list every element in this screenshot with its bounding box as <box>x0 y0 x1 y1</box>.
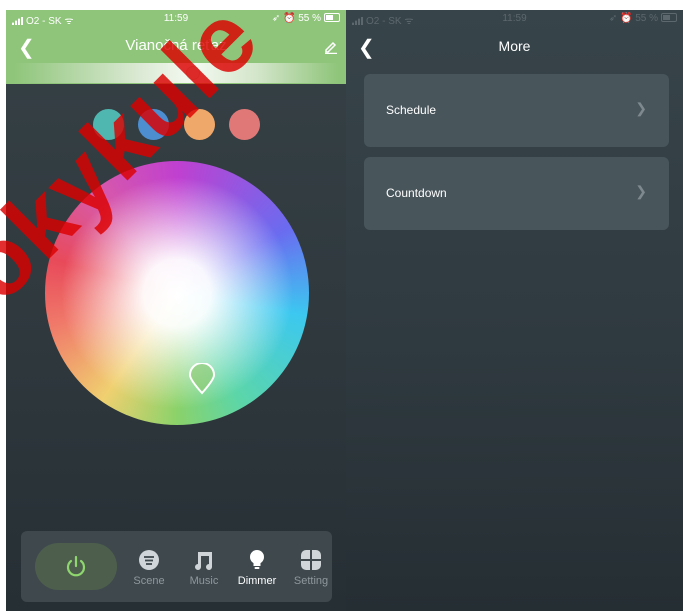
signal-icon <box>12 17 24 25</box>
preset-color-3[interactable] <box>184 109 215 140</box>
page-title: More <box>498 38 531 54</box>
preset-color-2[interactable] <box>138 109 169 140</box>
preset-color-4[interactable] <box>229 109 260 140</box>
chevron-right-icon: ❯ <box>635 100 647 116</box>
status-time: 11:59 <box>502 13 527 24</box>
bulb-icon <box>250 550 264 569</box>
signal-icon <box>352 17 364 25</box>
tab-label: Music <box>189 575 219 587</box>
tab-label: Scene <box>133 575 165 587</box>
brightness-slider[interactable] <box>14 63 338 83</box>
power-button[interactable] <box>35 543 117 590</box>
bottom-tab-bar: Scene Music Dimmer Setting <box>21 531 332 602</box>
battery-status: ➶ ⏰ 55 % <box>609 13 677 24</box>
chevron-right-icon: ❯ <box>635 183 647 199</box>
more-screen: O2 - SK ᯤ 11:59 ➶ ⏰ 55 % ❮ More Schedule… <box>346 10 683 611</box>
tab-dimmer[interactable]: Dimmer <box>232 549 282 587</box>
battery-status: ➶ ⏰ 55 % <box>272 13 340 24</box>
carrier-label: O2 - SK ᯤ <box>12 13 74 27</box>
countdown-row[interactable]: Countdown ❯ <box>364 157 669 230</box>
tab-scene[interactable]: Scene <box>124 549 174 587</box>
dimmer-screen: O2 - SK ᯤ 11:59 ➶ ⏰ 55 % ❮ Vianočná reťa… <box>6 10 346 611</box>
color-wheel[interactable] <box>45 161 309 425</box>
preset-color-1[interactable] <box>93 109 124 140</box>
edit-icon[interactable] <box>324 40 338 54</box>
tab-label: Setting <box>293 575 329 587</box>
grid-icon <box>301 550 321 570</box>
schedule-label: Schedule <box>386 103 437 117</box>
color-picker-marker[interactable] <box>189 363 215 395</box>
device-title: Vianočná reťaz <box>125 37 227 54</box>
countdown-label: Countdown <box>386 186 447 200</box>
battery-icon <box>324 13 340 22</box>
music-icon <box>195 552 212 570</box>
schedule-row[interactable]: Schedule ❯ <box>364 74 669 147</box>
carrier-label: O2 - SK ᯤ <box>352 13 414 27</box>
scene-icon <box>139 550 159 570</box>
battery-icon <box>661 13 677 22</box>
tab-label: Dimmer <box>237 575 277 587</box>
power-icon <box>66 555 86 577</box>
status-bar: O2 - SK ᯤ 11:59 ➶ ⏰ 55 % <box>6 10 346 28</box>
tab-setting[interactable]: Setting <box>286 549 336 587</box>
tab-music[interactable]: Music <box>179 549 229 587</box>
status-bar: O2 - SK ᯤ 11:59 ➶ ⏰ 55 % <box>346 10 683 28</box>
status-time: 11:59 <box>163 13 189 24</box>
